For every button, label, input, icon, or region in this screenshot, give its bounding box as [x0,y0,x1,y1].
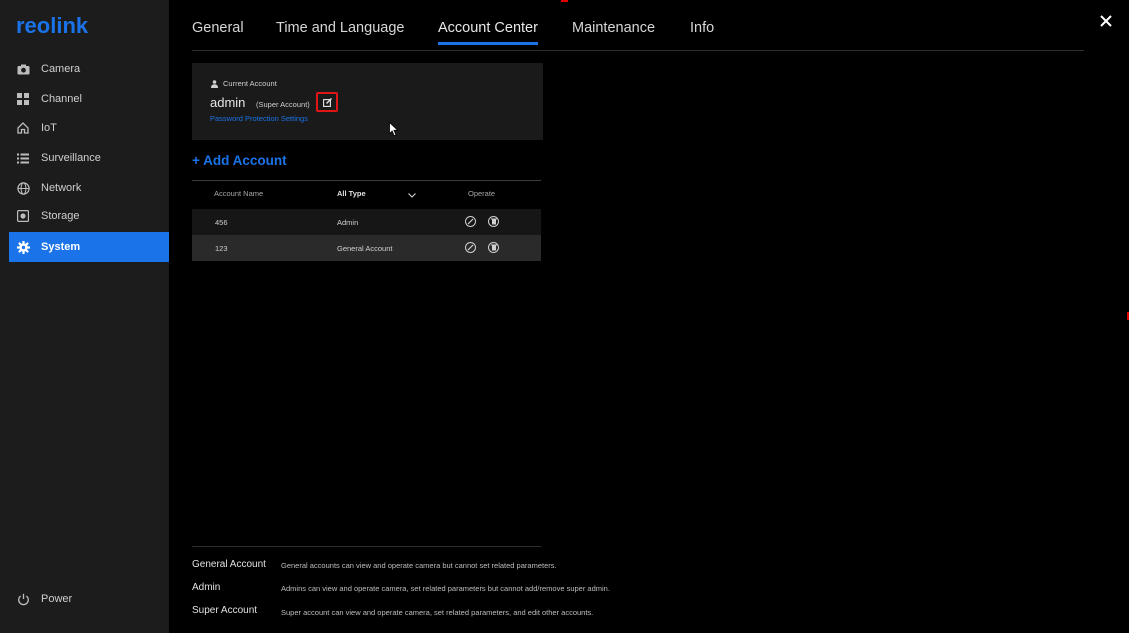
chevron-down-icon[interactable] [408,191,416,200]
close-icon [1100,15,1112,27]
sidebar-item-channel[interactable]: Channel [9,84,169,114]
account-name-cell: 123 [215,244,228,253]
edit-icon [322,97,332,107]
camera-icon [16,62,30,76]
power-button[interactable]: Power [9,584,169,614]
tab-general[interactable]: General [192,20,244,44]
list-icon [16,151,30,165]
sidebar-item-camera[interactable]: Camera [9,54,169,84]
globe-icon [16,181,30,195]
tab-time-and-language[interactable]: Time and Language [276,20,404,44]
sidebar-item-storage[interactable]: Storage [9,201,169,231]
sidebar-item-label: Network [41,182,82,194]
edit-current-account-button[interactable] [316,92,338,112]
reolink-logo: reolink [16,14,96,38]
sidebar: reolink Camera Channel IoT Surveillance … [0,0,169,633]
delete-account-button[interactable] [488,242,499,253]
close-button[interactable] [1099,14,1115,30]
home-icon [16,121,30,135]
tab-account-center[interactable]: Account Center [438,20,538,45]
edit-icon [467,218,474,225]
edit-account-button[interactable] [465,216,476,227]
mouse-cursor-icon [389,121,399,142]
sidebar-item-network[interactable]: Network [9,173,169,203]
trash-icon [490,244,497,251]
account-type-cell: Admin [337,218,359,227]
gear-icon [16,240,30,254]
column-header-operate: Operate [468,189,496,198]
sidebar-item-surveillance[interactable]: Surveillance [9,143,169,173]
power-icon [16,592,30,606]
storage-icon [16,209,30,223]
sidebar-item-iot[interactable]: IoT [9,113,169,143]
current-account-name: admin [210,95,246,110]
current-account-heading: Current Account [211,79,277,88]
edit-icon [467,244,474,251]
definition-desc-super-account: Super account can view and operate camer… [281,608,594,617]
definition-desc-general-account: General accounts can view and operate ca… [281,561,557,570]
type-filter-dropdown[interactable]: All Type [337,189,366,198]
sidebar-item-label: Channel [41,93,82,105]
trash-icon [490,218,497,225]
tab-maintenance[interactable]: Maintenance [572,20,655,44]
divider [192,546,541,547]
current-account-type: (Super Account) [256,100,310,109]
user-icon [211,79,218,88]
account-type-cell: General Account [337,244,393,253]
column-header-account-name: Account Name [214,189,264,198]
password-protection-settings-link[interactable]: Password Protection Settings [210,114,308,123]
sidebar-item-label: Camera [41,63,81,75]
sidebar-item-label: IoT [41,122,57,134]
table-row: 456 Admin [192,209,541,235]
sidebar-item-label: Storage [41,210,80,222]
add-account-button[interactable]: + Add Account [192,153,287,168]
definition-term-super-account: Super Account [192,605,258,616]
account-name-cell: 456 [215,218,228,227]
definition-desc-admin: Admins can view and operate camera, set … [281,584,610,593]
sidebar-item-label: System [41,241,81,253]
delete-account-button[interactable] [488,216,499,227]
red-mark [561,0,568,2]
tab-info[interactable]: Info [690,20,714,44]
definition-term-general-account: General Account [192,559,266,570]
definition-term-admin: Admin [192,582,221,593]
sidebar-item-label: Surveillance [41,152,101,164]
current-account-card: Current Account admin (Super Account) Pa… [192,63,543,140]
table-header: Account Name All Type Operate [192,180,541,209]
power-label: Power [41,593,73,605]
settings-tabs: General Time and Language Account Center… [192,0,1084,51]
table-row: 123 General Account [192,235,541,261]
account-table: Account Name All Type Operate 456 Admin … [192,180,541,261]
channel-grid-icon [16,92,30,106]
svg-text:reolink: reolink [16,14,89,38]
sidebar-item-system[interactable]: System [9,232,169,262]
edit-account-button[interactable] [465,242,476,253]
